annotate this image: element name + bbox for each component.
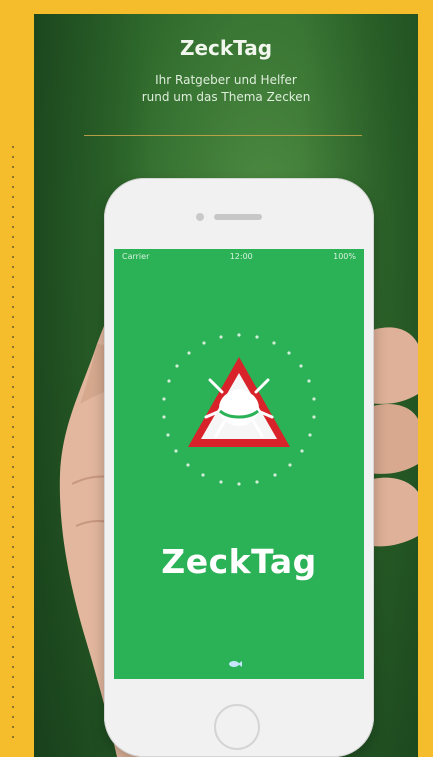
banner-subtitle-line2: rund um das Thema Zecken <box>141 90 311 104</box>
app-name-label: ZeckTag <box>161 542 317 581</box>
home-button[interactable] <box>214 704 260 750</box>
tick-warning-logo-icon <box>162 333 316 486</box>
status-bar: Carrier 12:00 100% <box>114 249 364 263</box>
phone-mockup: Carrier 12:00 100% ZeckTag <box>104 178 374 757</box>
left-strip <box>0 0 34 757</box>
carrier-label: Carrier <box>122 251 150 261</box>
app-splash-screen: Carrier 12:00 100% ZeckTag <box>114 249 364 679</box>
battery-label: 100% <box>333 251 356 261</box>
clock-label: 12:00 <box>229 251 253 261</box>
fish-icon <box>228 660 242 668</box>
banner-divider <box>84 135 362 136</box>
banner-subtitle: Ihr Ratgeber und Helfer rund um das Them… <box>94 72 358 106</box>
banner-subtitle-line1: Ihr Ratgeber und Helfer <box>155 73 297 87</box>
front-camera <box>196 213 204 221</box>
left-strip-dots <box>8 146 18 746</box>
earpiece-speaker <box>214 214 262 220</box>
banner-title: ZeckTag <box>179 36 273 60</box>
promo-banner: ZeckTag Ihr Ratgeber und Helfer rund um … <box>34 14 418 757</box>
